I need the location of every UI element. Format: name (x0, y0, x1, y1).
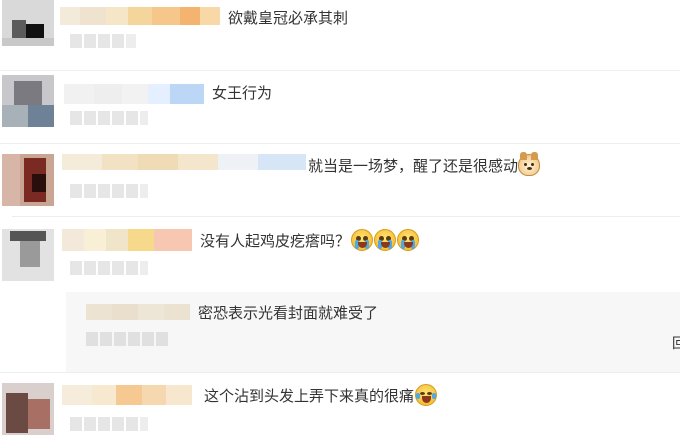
comment-text: 欲戴皇冠必承其刺 (228, 9, 349, 27)
avatar[interactable] (2, 75, 54, 127)
comment-meta (86, 332, 168, 346)
username[interactable] (62, 385, 192, 405)
comment-text: 就当是一场梦，醒了还是很感动 (308, 152, 541, 176)
comment-item: 女王行为 (0, 71, 680, 143)
avatar[interactable] (2, 0, 54, 46)
reply-item: 密恐表示光看封面就难受了 (0, 292, 680, 372)
doge-icon (518, 152, 541, 176)
comment-text: 女王行为 (212, 84, 273, 102)
comment-text-content: 这个沾到头发上弄下来真的很痛 (204, 387, 415, 405)
crying-laugh-icon (415, 384, 438, 406)
username[interactable] (62, 154, 306, 170)
crying-face-icon (397, 229, 420, 251)
comment-meta (70, 111, 148, 125)
crying-face-icon (374, 229, 397, 251)
comment-item: 这个沾到头发上弄下来真的很痛 (0, 373, 680, 447)
comment-meta (70, 261, 148, 275)
comment-text: 没有人起鸡皮疙瘩吗？ (200, 229, 420, 251)
reply-button[interactable]: 回 (672, 333, 680, 353)
comment-text: 密恐表示光看封面就难受了 (198, 304, 379, 322)
comment-text-content: 就当是一场梦，醒了还是很感动 (308, 157, 519, 175)
comment-meta (70, 34, 136, 48)
avatar[interactable] (2, 154, 54, 206)
username[interactable] (62, 229, 192, 251)
comment-meta (70, 417, 148, 431)
username[interactable] (86, 304, 190, 320)
avatar[interactable] (2, 229, 54, 281)
comment-item: 没有人起鸡皮疙瘩吗？ (0, 217, 680, 292)
comment-item: 欲戴皇冠必承其刺 (0, 0, 680, 70)
comment-text: 这个沾到头发上弄下来真的很痛 (204, 384, 438, 406)
avatar[interactable] (2, 383, 54, 435)
comment-meta (70, 184, 148, 198)
comment-text-content: 没有人起鸡皮疙瘩吗？ (200, 232, 351, 250)
comment-item: 就当是一场梦，醒了还是很感动 (0, 144, 680, 216)
username[interactable] (64, 84, 204, 104)
username[interactable] (60, 7, 220, 25)
crying-face-icon (351, 229, 374, 251)
